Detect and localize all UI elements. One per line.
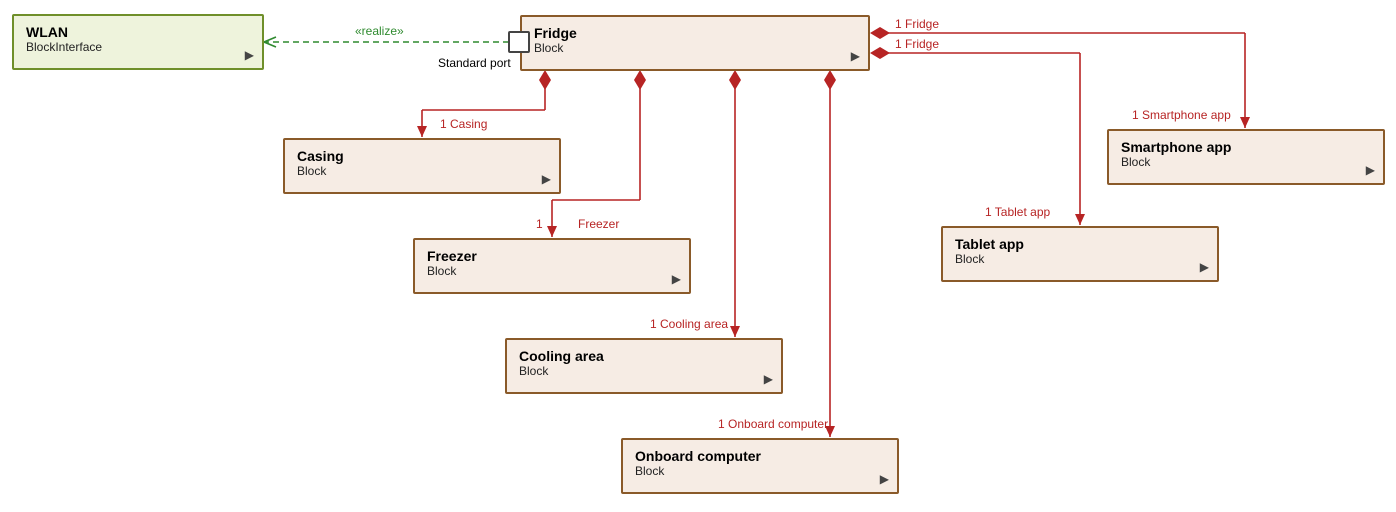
port-label: Standard port bbox=[438, 56, 511, 70]
label-cooling-end: 1 Cooling area bbox=[650, 317, 728, 331]
block-wlan[interactable]: WLAN BlockInterface ▶ bbox=[12, 14, 264, 70]
expand-icon[interactable]: ▶ bbox=[880, 472, 889, 486]
block-title: Smartphone app bbox=[1109, 131, 1383, 155]
block-onboard[interactable]: Onboard computer Block ▶ bbox=[621, 438, 899, 494]
label-smartphone-end: 1 Smartphone app bbox=[1132, 108, 1231, 122]
block-tablet[interactable]: Tablet app Block ▶ bbox=[941, 226, 1219, 282]
edge-fridge-cooling bbox=[729, 70, 741, 337]
label-casing-end: 1 Casing bbox=[440, 117, 487, 131]
label-realize: «realize» bbox=[355, 24, 404, 38]
expand-icon[interactable]: ▶ bbox=[764, 372, 773, 386]
expand-icon[interactable]: ▶ bbox=[672, 272, 681, 286]
port-standard[interactable] bbox=[508, 31, 530, 53]
edge-fridge-freezer bbox=[552, 70, 646, 237]
expand-icon[interactable]: ▶ bbox=[245, 48, 254, 62]
expand-icon[interactable]: ▶ bbox=[1366, 163, 1375, 177]
block-casing[interactable]: Casing Block ▶ bbox=[283, 138, 561, 194]
block-smartphone[interactable]: Smartphone app Block ▶ bbox=[1107, 129, 1385, 185]
label-freezer-mult: 1 bbox=[536, 217, 543, 231]
block-title: Cooling area bbox=[507, 340, 781, 364]
label-freezer-role: Freezer bbox=[578, 217, 619, 231]
block-subtitle: Block bbox=[415, 264, 689, 286]
block-cooling[interactable]: Cooling area Block ▶ bbox=[505, 338, 783, 394]
block-title: Tablet app bbox=[943, 228, 1217, 252]
block-title: WLAN bbox=[14, 16, 262, 40]
block-title: Casing bbox=[285, 140, 559, 164]
label-fridge-end-bot: 1 Fridge bbox=[895, 37, 939, 51]
expand-icon[interactable]: ▶ bbox=[851, 49, 860, 63]
block-title: Fridge bbox=[522, 17, 868, 41]
edge-fridge-tablet bbox=[870, 47, 1080, 225]
block-subtitle: Block bbox=[943, 252, 1217, 274]
label-fridge-end-top: 1 Fridge bbox=[895, 17, 939, 31]
block-title: Freezer bbox=[415, 240, 689, 264]
block-subtitle: Block bbox=[507, 364, 781, 386]
block-freezer[interactable]: Freezer Block ▶ bbox=[413, 238, 691, 294]
block-subtitle: BlockInterface bbox=[14, 40, 262, 62]
block-subtitle: Block bbox=[522, 41, 868, 63]
block-fridge[interactable]: Fridge Block ▶ bbox=[520, 15, 870, 71]
block-subtitle: Block bbox=[1109, 155, 1383, 177]
diagram-canvas: WLAN BlockInterface ▶ Fridge Block ▶ Sta… bbox=[0, 0, 1396, 512]
expand-icon[interactable]: ▶ bbox=[542, 172, 551, 186]
label-onboard-end: 1 Onboard computer bbox=[718, 417, 828, 431]
block-subtitle: Block bbox=[623, 464, 897, 486]
edge-fridge-onboard bbox=[824, 70, 836, 437]
label-tablet-end: 1 Tablet app bbox=[985, 205, 1050, 219]
block-title: Onboard computer bbox=[623, 440, 897, 464]
block-subtitle: Block bbox=[285, 164, 559, 186]
expand-icon[interactable]: ▶ bbox=[1200, 260, 1209, 274]
